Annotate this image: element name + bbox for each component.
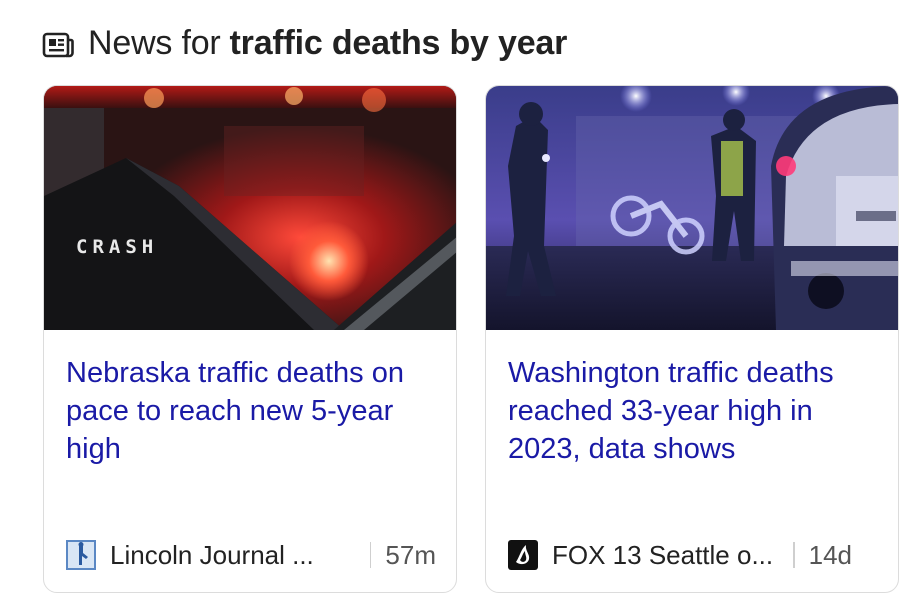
news-headline[interactable]: Washington traffic deaths reached 33-yea… (508, 354, 878, 468)
search-query: traffic deaths by year (229, 23, 568, 62)
news-thumbnail[interactable]: CRASH (44, 86, 456, 330)
newspaper-icon (42, 29, 74, 58)
news-meta: Lincoln Journal ... 57m (66, 538, 436, 572)
news-meta: FOX 13 Seattle o... 14d (508, 538, 878, 572)
lincoln-journal-favicon (66, 540, 96, 570)
news-headline[interactable]: Nebraska traffic deaths on pace to reach… (66, 354, 436, 468)
news-card[interactable]: CRASH Nebraska traffic deaths on pace to… (43, 85, 457, 593)
news-card[interactable]: Washington traffic deaths reached 33-yea… (485, 85, 899, 593)
meta-divider (793, 542, 795, 568)
news-timestamp: 14d (808, 539, 853, 570)
news-source: FOX 13 Seattle o... (552, 539, 774, 570)
meta-divider (369, 542, 372, 568)
heading-prefix: News for (88, 23, 221, 62)
news-thumbnail[interactable] (486, 86, 898, 330)
news-timestamp: 57m (385, 539, 436, 570)
news-heading: News for traffic deaths by year (42, 18, 567, 68)
news-source: Lincoln Journal ... (110, 539, 314, 570)
svg-text:CRASH: CRASH (76, 236, 158, 258)
fox13-favicon (508, 540, 538, 570)
